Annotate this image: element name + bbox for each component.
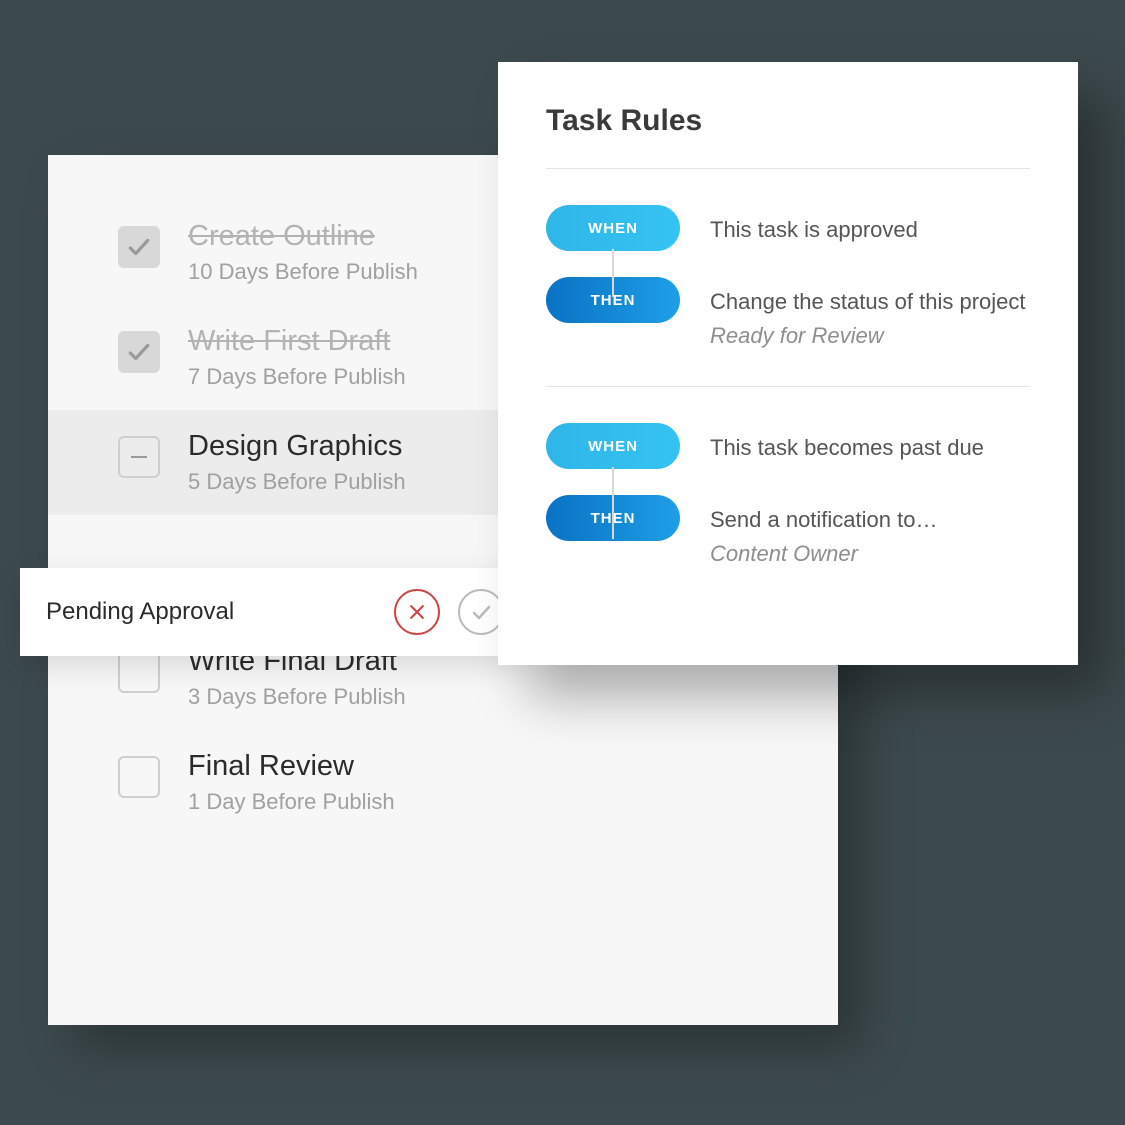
rule-when-row[interactable]: WHEN This task is approved: [546, 205, 1030, 251]
rule-when-text: This task becomes past due: [710, 433, 984, 463]
pending-approval-label: Pending Approval: [46, 598, 376, 626]
task-title: Final Review: [188, 750, 395, 783]
checkbox-empty-icon[interactable]: [118, 651, 160, 693]
rule-then-text: Change the status of this project: [710, 287, 1026, 317]
rules-title: Task Rules: [546, 104, 1030, 138]
rule-group: WHEN This task is approved THEN Change t…: [546, 205, 1030, 350]
rule-when-row[interactable]: WHEN This task becomes past due: [546, 423, 1030, 469]
task-text: Design Graphics 5 Days Before Publish: [188, 430, 406, 495]
task-row[interactable]: Final Review 1 Day Before Publish: [48, 730, 838, 835]
task-subtitle: 3 Days Before Publish: [188, 684, 406, 710]
task-text: Create Outline 10 Days Before Publish: [188, 220, 418, 285]
task-title: Write First Draft: [188, 325, 406, 358]
task-text: Write First Draft 7 Days Before Publish: [188, 325, 406, 390]
checkbox-checked-icon[interactable]: [118, 331, 160, 373]
checkbox-empty-icon[interactable]: [118, 756, 160, 798]
pending-approval-bar: Pending Approval: [20, 568, 530, 656]
rule-then-row[interactable]: THEN Send a notification to… Content Own…: [546, 495, 1030, 568]
rule-group: WHEN This task becomes past due THEN Sen…: [546, 423, 1030, 568]
when-pill: WHEN: [546, 205, 680, 251]
reject-button[interactable]: [394, 589, 440, 635]
task-subtitle: 10 Days Before Publish: [188, 259, 418, 285]
task-subtitle: 7 Days Before Publish: [188, 364, 406, 390]
rule-when-text: This task is approved: [710, 215, 918, 245]
checkbox-checked-icon[interactable]: [118, 226, 160, 268]
task-rules-panel: Task Rules WHEN This task is approved TH…: [498, 62, 1078, 665]
rule-connector-line: [612, 249, 614, 297]
when-pill: WHEN: [546, 423, 680, 469]
task-subtitle: 1 Day Before Publish: [188, 789, 395, 815]
task-subtitle: 5 Days Before Publish: [188, 469, 406, 495]
rule-then-value: Ready for Review: [710, 321, 1026, 351]
rule-then-row[interactable]: THEN Change the status of this project R…: [546, 277, 1030, 350]
checkbox-indeterminate-icon[interactable]: [118, 436, 160, 478]
divider: [546, 386, 1030, 387]
task-title: Create Outline: [188, 220, 418, 253]
rule-then-text: Send a notification to…: [710, 505, 937, 535]
rule-then-value: Content Owner: [710, 539, 937, 569]
divider: [546, 168, 1030, 169]
task-text: Final Review 1 Day Before Publish: [188, 750, 395, 815]
rule-connector-line: [612, 467, 614, 539]
task-title: Design Graphics: [188, 430, 406, 463]
